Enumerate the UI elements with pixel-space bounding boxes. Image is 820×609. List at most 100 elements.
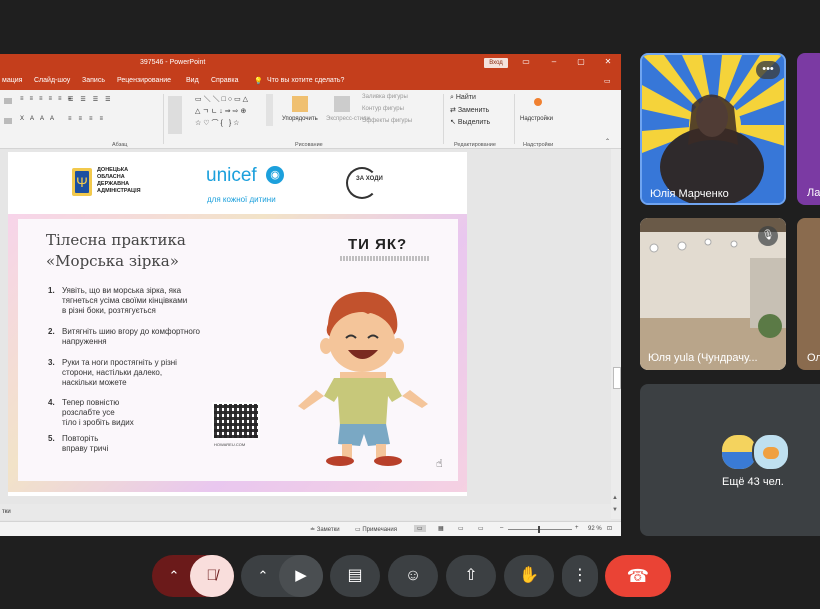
reading-view-icon[interactable]: ▭ [458, 525, 464, 532]
notes-icon: ≐ [310, 527, 316, 533]
scrollbar-thumb[interactable] [613, 367, 621, 389]
ukraine-trident-logo: Ψ [72, 168, 92, 196]
step-2-text: Витягніть шию вгору до комфортного напру… [62, 327, 200, 347]
qr-code-pattern [214, 404, 258, 438]
maximize-icon[interactable]: ▢ [575, 57, 587, 66]
more-vert-icon: ⋮ [572, 567, 588, 584]
fit-slide-icon[interactable]: ⊡ [607, 525, 612, 532]
slideshow-view-icon[interactable]: ▭ [478, 525, 484, 532]
replace-button[interactable]: ⇄ Заменить [450, 106, 489, 114]
participant-tile-yulia-marchenko[interactable]: ••• Юлія Марченко [640, 53, 786, 205]
shapes-gallery-row-1[interactable]: ▭＼＼□○▭△ [195, 94, 250, 104]
notes-pane[interactable]: тки [0, 504, 611, 520]
step-3-text: Руки та ноги простягніть у різні сторони… [62, 358, 177, 388]
step-number: 5. [48, 434, 55, 443]
font-color-icon[interactable] [4, 118, 12, 124]
emoji-icon: ☺ [404, 567, 422, 584]
slide[interactable]: Ψ ДОНЕЦЬКА ОБЛАСНА ДЕРЖАВНА АДМІНІСТРАЦІ… [8, 152, 467, 496]
shape-outline-button[interactable]: Контур фигуры [362, 106, 404, 112]
more-participants-tile[interactable]: Ещё 43 чел. [640, 384, 820, 536]
qr-caption: HOWAREU.COM [214, 442, 246, 447]
org-line: АДМІНІСТРАЦІЯ [97, 188, 141, 194]
raise-hand-button[interactable]: ✋ [504, 555, 554, 597]
camera-options-chevron-icon[interactable]: ⌃ [251, 555, 275, 597]
participant-name: Юля yula (Чундрачу... [648, 352, 758, 364]
menu-slideshow[interactable]: Слайд-шоу [34, 77, 70, 84]
step-5-text: Повторіть вправу тричі [62, 434, 108, 454]
leave-call-button[interactable]: ☎ [605, 555, 671, 597]
zoom-level[interactable]: 92 % [588, 526, 602, 532]
shapes-gallery-row-2[interactable]: △ㄱㄴ↓⇒⇨⊕ [195, 106, 248, 116]
close-icon[interactable]: ✕ [602, 57, 614, 66]
notes-button[interactable]: ≐ Заметки [310, 526, 340, 533]
addins-icon[interactable] [534, 98, 542, 106]
find-button[interactable]: ⌕ Найти [450, 94, 476, 102]
addins-button[interactable]: Надстройки [520, 116, 553, 122]
more-options-icon[interactable]: ••• [756, 61, 780, 79]
select-button[interactable]: ↖ Выделить [450, 118, 490, 126]
vertical-scrollbar[interactable]: ▲ ▼ [611, 149, 621, 519]
font-size-icon[interactable] [4, 98, 12, 104]
camera-button[interactable]: ▶ [279, 555, 323, 597]
captions-button[interactable]: ▤ [330, 555, 380, 597]
shapes-more-icon[interactable] [266, 94, 273, 126]
mic-options-chevron-icon[interactable]: ⌃ [162, 555, 186, 597]
quick-styles-icon[interactable] [334, 96, 350, 112]
arrange-button[interactable]: Упорядочить [282, 116, 318, 122]
zoom-in-icon[interactable]: + [575, 525, 579, 531]
text-direction-icon[interactable] [168, 96, 182, 134]
captions-icon: ▤ [347, 567, 363, 584]
participant-tile-yulia-yula[interactable]: 🎙 Юля yula (Чундрачу... [640, 218, 786, 370]
org-line: ДЕРЖАВНА [97, 181, 130, 187]
scroll-up-icon[interactable]: ▲ [612, 495, 618, 501]
ppt-ribbon: ≡≡≡≡≡≡ ХААА ☰☰☰☰ ≡≡≡≡ Абзац ▭＼＼□○▭△ △ㄱㄴ↓… [0, 90, 621, 149]
ribbon-display-icon[interactable]: ▭ [520, 57, 532, 66]
raise-hand-icon: ✋ [519, 567, 539, 584]
menu-record[interactable]: Запись [82, 77, 105, 84]
menu-help[interactable]: Справка [211, 77, 238, 84]
mic-off-button[interactable]: 🎙̸ [190, 555, 234, 597]
shape-fill-button[interactable]: Заливка фигуры [362, 94, 408, 100]
zoom-out-icon[interactable]: – [500, 525, 503, 531]
participant-tile-partial-1[interactable]: Ла [797, 53, 820, 205]
ppt-sign-in-button[interactable]: Вход [484, 58, 508, 68]
zoom-slider-thumb[interactable] [538, 526, 540, 533]
ppt-title-bar: 397546 - PowerPoint Вход ▭ – ▢ ✕ [0, 54, 621, 72]
font-buttons-row-2[interactable]: ХААА [20, 116, 60, 122]
participant-name: Ол [807, 352, 820, 364]
brand-subtitle-fineprint [340, 256, 430, 261]
menu-review[interactable]: Рецензирование [117, 77, 171, 84]
normal-view-icon[interactable]: ▭ [414, 525, 426, 532]
menu-view[interactable]: Вид [186, 77, 199, 84]
arrange-icon[interactable] [292, 96, 308, 112]
tell-me-search[interactable]: Что вы хотите сделать? [267, 77, 344, 84]
zoom-slider[interactable] [508, 526, 572, 533]
comments-button[interactable]: ▭ Примечания [355, 526, 397, 533]
notes-label: Заметки [316, 527, 340, 533]
boy-shoe-left [326, 456, 354, 466]
step-4-text: Тепер повністю розслабте усе тіло і зроб… [62, 398, 134, 428]
scroll-down-icon[interactable]: ▼ [612, 507, 618, 513]
align-buttons[interactable]: ≡≡≡≡ [68, 116, 110, 122]
present-screen-button[interactable]: ⇧ [446, 555, 496, 597]
step-line: тіло і зробіть видих [62, 418, 134, 427]
minimize-icon[interactable]: – [548, 57, 560, 66]
comments-icon[interactable]: ▭ [604, 77, 611, 85]
participant-tile-partial-2[interactable]: Ол [797, 218, 820, 370]
more-options-button[interactable]: ⋮ [562, 555, 598, 597]
group-addins-label: Надстройки [523, 142, 554, 148]
collapse-ribbon-icon[interactable]: ⌃ [605, 138, 610, 145]
muted-mic-icon: 🎙 [758, 226, 778, 246]
notes-placeholder: тки [2, 509, 11, 515]
menu-animation[interactable]: мация [2, 77, 22, 84]
list-buttons[interactable]: ☰☰☰☰ [68, 96, 118, 103]
participant-avatar-2 [752, 433, 790, 471]
shapes-gallery-row-3[interactable]: ☆♡⌒{ }☆ [195, 118, 241, 128]
step-line: напруження [62, 337, 107, 346]
emoji-button[interactable]: ☺ [388, 555, 438, 597]
shape-effects-button[interactable]: Эффекты фигуры [362, 118, 412, 124]
unicef-logo: unicef [206, 165, 257, 186]
step-line: Уявіть, що ви морська зірка, яка [62, 286, 182, 295]
slide-sorter-icon[interactable]: ▦ [438, 525, 444, 532]
boy-arm-right [402, 390, 428, 408]
